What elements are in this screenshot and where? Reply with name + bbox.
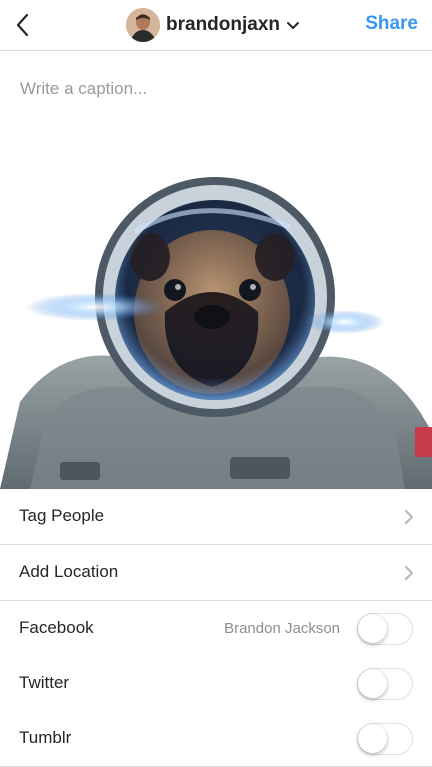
tumblr-label: Tumblr	[19, 728, 72, 747]
tag-people-label: Tag People	[19, 506, 105, 525]
chevron-left-icon	[16, 13, 29, 37]
share-button[interactable]: Share	[365, 13, 418, 35]
tumblr-toggle[interactable]	[357, 723, 413, 755]
facebook-toggle[interactable]	[357, 613, 413, 645]
chevron-right-icon	[405, 566, 413, 580]
top-nav-bar: brandonjaxn Share	[0, 0, 432, 51]
share-tumblr-row: Tumblr	[0, 711, 432, 767]
toggle-knob	[358, 669, 387, 698]
add-location-label: Add Location	[19, 562, 119, 581]
add-location-row[interactable]: Add Location	[0, 545, 432, 601]
caption-input[interactable]	[20, 79, 410, 99]
toggle-knob	[358, 724, 387, 753]
twitter-toggle[interactable]	[357, 668, 413, 700]
share-twitter-row: Twitter	[0, 656, 432, 711]
tag-people-row[interactable]: Tag People	[0, 489, 432, 545]
facebook-account-name: Brandon Jackson	[224, 620, 340, 637]
chevron-right-icon	[405, 510, 413, 524]
twitter-label: Twitter	[19, 673, 70, 692]
account-username: brandonjaxn	[166, 14, 281, 35]
share-facebook-row: Facebook Brandon Jackson	[0, 601, 432, 656]
facebook-label: Facebook	[19, 618, 94, 637]
post-photo	[0, 172, 432, 489]
avatar	[126, 8, 160, 42]
chevron-down-icon	[287, 22, 300, 29]
back-button[interactable]	[8, 8, 42, 42]
caption-area	[0, 51, 432, 171]
account-switcher[interactable]: brandonjaxn	[126, 7, 300, 43]
toggle-knob	[358, 614, 387, 643]
